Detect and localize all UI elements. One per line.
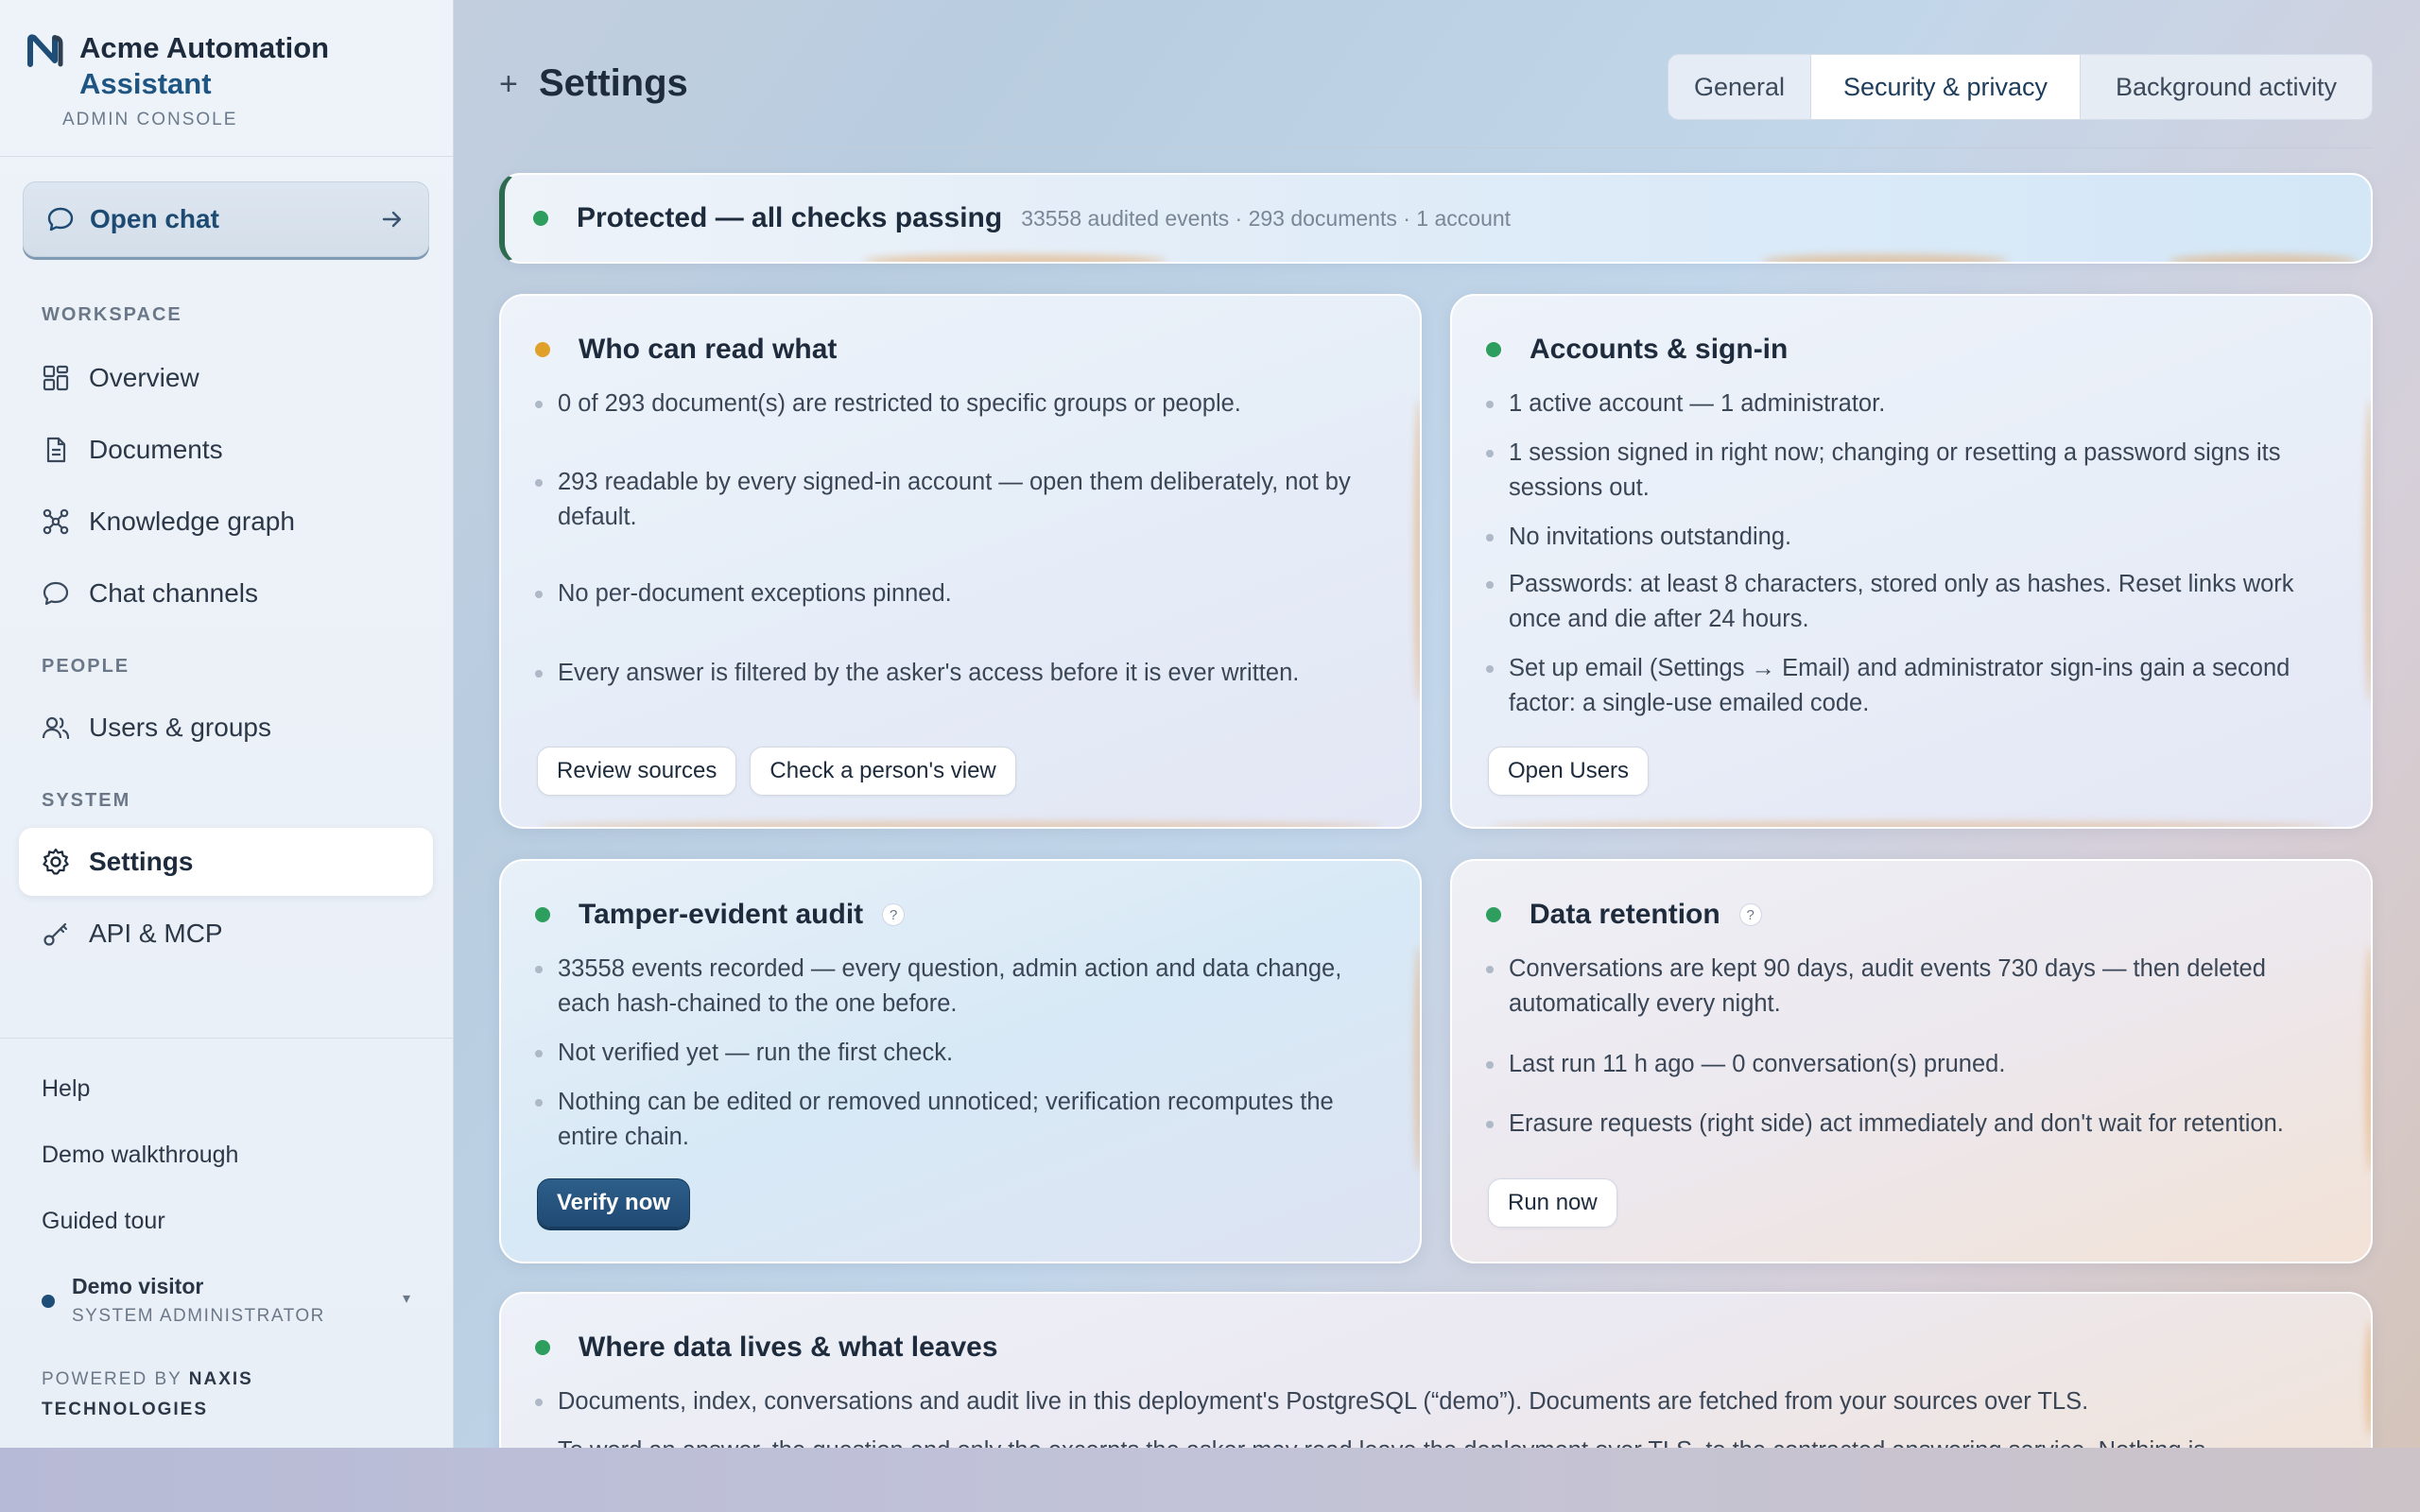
sidebar-item-settings[interactable]: Settings [19, 828, 433, 896]
status-dot [535, 1340, 550, 1355]
help-link[interactable]: Help [42, 1075, 90, 1103]
gear-icon [40, 846, 72, 878]
card-list: Documents, index, conversations and audi… [535, 1384, 2337, 1448]
section-label-people: PEOPLE [42, 656, 130, 677]
powered-by-name: NAXIS [188, 1369, 253, 1389]
sidebar-item-overview[interactable]: Overview [19, 344, 433, 412]
sidebar-item-label: API & MCP [89, 919, 223, 948]
brand-name: Acme Automation [79, 31, 330, 64]
brand-name-line2: Assistant [79, 67, 212, 100]
chat-bubble-icon [47, 207, 74, 232]
brand-divider [0, 156, 454, 157]
sidebar-item-label: Users & groups [89, 713, 271, 742]
powered-by: POWERED BY NAXIS TECHNOLOGIES [42, 1365, 420, 1425]
sidebar-item-label: Chat channels [89, 578, 259, 608]
brand-logo-icon [27, 34, 63, 67]
user-status-dot [42, 1295, 55, 1308]
graph-nodes-icon [40, 506, 72, 538]
brand-subtitle: ADMIN CONSOLE [62, 110, 238, 129]
sidebar: Acme Automation Assistant ADMIN CONSOLE … [0, 0, 454, 1448]
user-menu[interactable]: Demo visitor SYSTEM ADMINISTRATOR ▾ [42, 1272, 410, 1332]
sidebar-item-label: Settings [89, 847, 194, 876]
guided-tour-link[interactable]: Guided tour [42, 1208, 165, 1235]
sidebar-item-label: Documents [89, 435, 223, 464]
section-label-workspace: WORKSPACE [42, 304, 182, 325]
demo-walkthrough-link[interactable]: Demo walkthrough [42, 1142, 238, 1169]
card-title: Where data lives & what leaves [579, 1332, 998, 1363]
list-item: Documents, index, conversations and audi… [535, 1384, 2337, 1419]
caret-down-icon: ▾ [402, 1291, 410, 1307]
sidebar-item-chat-channels[interactable]: Chat channels [19, 559, 433, 627]
powered-by-suffix: TECHNOLOGIES [42, 1400, 209, 1419]
open-chat-button[interactable]: Open chat [23, 181, 429, 257]
key-icon [40, 918, 72, 950]
window-bottom-strip [0, 1448, 2420, 1512]
user-name: Demo visitor [72, 1274, 204, 1298]
grid-icon [40, 362, 72, 394]
sidebar-item-documents[interactable]: Documents [19, 416, 433, 484]
powered-by-prefix: POWERED BY [42, 1369, 182, 1389]
list-item: To word an answer, the question and only… [535, 1434, 2337, 1448]
sidebar-item-label: Knowledge graph [89, 507, 295, 536]
user-role: SYSTEM ADMINISTRATOR [72, 1306, 325, 1326]
document-icon [40, 434, 72, 466]
section-label-system: SYSTEM [42, 790, 131, 811]
sidebar-item-label: Overview [89, 363, 199, 392]
chat-bubble-icon [40, 577, 72, 610]
card-where-data-lives: Where data lives & what leaves Documents… [499, 1292, 2373, 1448]
sidebar-divider [0, 1038, 454, 1039]
main-scroll-area: Where data lives & what leaves Documents… [454, 0, 2420, 1448]
sidebar-item-knowledge-graph[interactable]: Knowledge graph [19, 488, 433, 556]
brand: Acme Automation Assistant ADMIN CONSOLE [26, 28, 442, 151]
sidebar-item-users-groups[interactable]: Users & groups [19, 694, 433, 762]
sidebar-item-api-mcp[interactable]: API & MCP [19, 900, 433, 968]
users-icon [40, 712, 72, 744]
open-chat-label: Open chat [90, 204, 219, 233]
arrow-right-icon [382, 211, 402, 228]
